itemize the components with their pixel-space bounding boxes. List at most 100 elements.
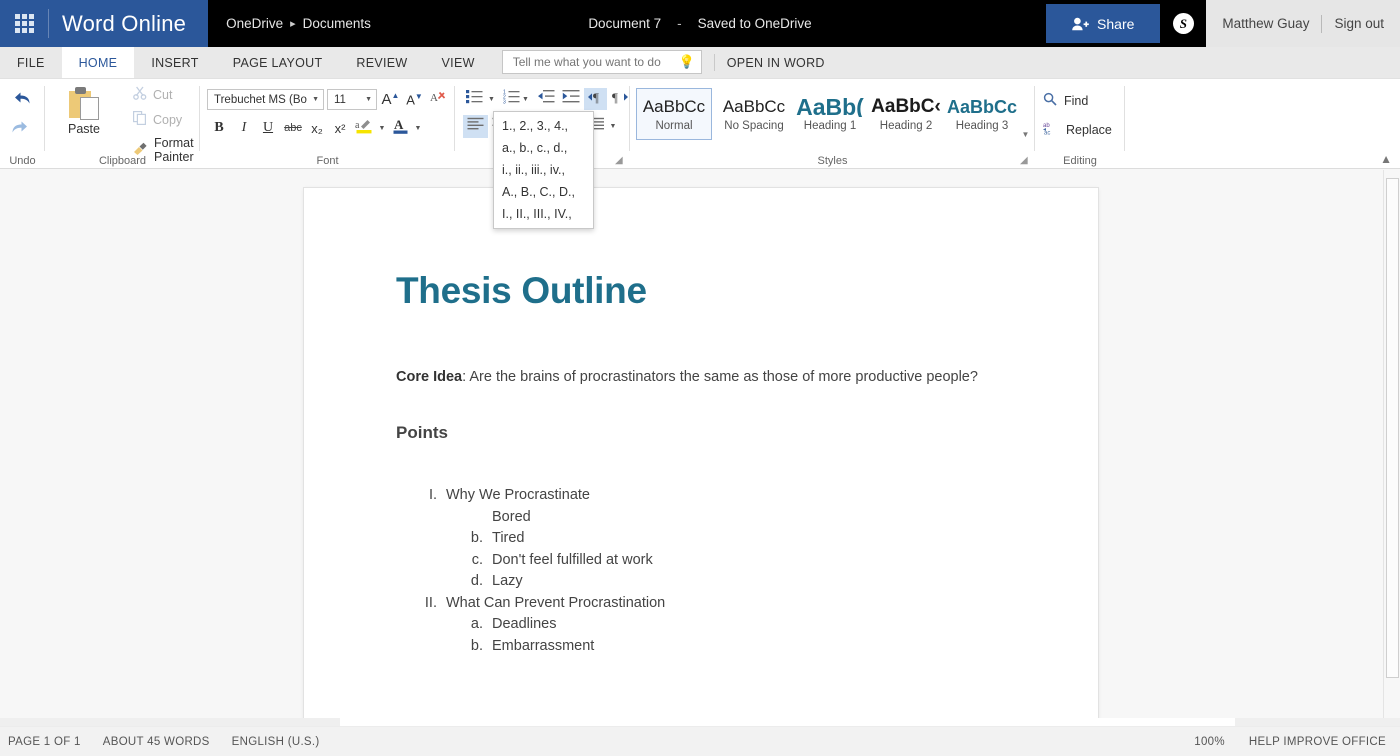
chevron-down-icon: ▼ (1021, 129, 1030, 139)
numbering-option-upper-roman[interactable]: I., II., III., IV., (494, 203, 593, 225)
list-marker (458, 507, 492, 529)
text-highlight-dropdown[interactable]: ▼ (376, 117, 388, 139)
document-canvas: Thesis Outline Core Idea: Are the brains… (0, 170, 1400, 726)
list-text: Don't feel fulfilled at work (492, 551, 653, 568)
style-heading-1[interactable]: AaBb( Heading 1 (792, 88, 868, 140)
list-text: Bored (492, 508, 531, 525)
tell-me-box[interactable]: 💡 (501, 50, 702, 74)
word-count[interactable]: ABOUT 45 WORDS (103, 736, 210, 748)
brand-home-link[interactable]: Word Online (48, 0, 209, 47)
font-name-combobox[interactable]: Trebuchet MS (Bo ▼ (207, 89, 324, 110)
shrink-font-button[interactable]: A▼ (404, 89, 425, 110)
vertical-scrollbar-thumb[interactable] (1386, 178, 1399, 678)
list-item[interactable]: Bored (458, 507, 1006, 529)
list-text: Deadlines (492, 616, 557, 633)
list-text: Lazy (492, 573, 523, 590)
breadcrumb-root[interactable]: OneDrive (226, 16, 283, 31)
bullets-dropdown[interactable]: ▼ (485, 88, 498, 110)
list-item[interactable]: II. What Can Prevent Procrastination (412, 593, 1006, 615)
numbering-option-upper-alpha[interactable]: A., B., C., D., (494, 181, 593, 203)
subscript-button[interactable]: x₂ (306, 117, 328, 139)
ribbon-group-label-clipboard: Clipboard (98, 155, 147, 167)
paste-button[interactable]: Paste (55, 87, 113, 136)
bold-button[interactable]: B (208, 117, 230, 139)
collapse-ribbon-button[interactable]: ▲ (1380, 152, 1392, 166)
tab-review[interactable]: REVIEW (339, 47, 424, 78)
tab-home[interactable]: HOME (61, 47, 135, 78)
list-item[interactable]: c. Don't feel fulfilled at work (458, 550, 1006, 572)
horizontal-scrollbar-thumb[interactable] (340, 718, 1235, 726)
left-to-right-button[interactable]: ¶ (584, 88, 607, 110)
align-left-button[interactable] (463, 115, 488, 138)
list-marker: I. (428, 487, 437, 504)
list-item[interactable]: b. Embarrassment (458, 636, 1006, 658)
find-button[interactable]: Find (1043, 92, 1088, 109)
undo-button[interactable] (10, 89, 32, 115)
clear-formatting-button[interactable]: A (427, 89, 449, 110)
page-count[interactable]: PAGE 1 OF 1 (8, 736, 81, 748)
skype-button[interactable]: S (1160, 0, 1207, 47)
list-item[interactable]: b. Tired (458, 528, 1006, 550)
open-in-word-button[interactable]: OPEN IN WORD (727, 47, 825, 78)
vertical-scrollbar[interactable] (1383, 170, 1400, 726)
styles-dialog-launcher[interactable]: ◢ (1020, 155, 1031, 166)
tab-file[interactable]: FILE (0, 47, 62, 78)
ribbon: Undo Paste Cut Copy Format Painter Clipb… (0, 79, 1400, 169)
decrease-indent-icon (537, 89, 555, 109)
replace-abc-icon: ab ac (1043, 121, 1059, 139)
decrease-indent-button[interactable] (534, 88, 557, 110)
user-name[interactable]: Matthew Guay (1222, 16, 1309, 31)
svg-text:A: A (430, 92, 438, 104)
share-button[interactable]: Share (1046, 4, 1161, 43)
ribbon-group-styles: AaBbCc Normal AaBbCc No Spacing AaBb( He… (630, 79, 1035, 169)
tell-me-input[interactable] (510, 54, 695, 70)
increase-indent-button[interactable] (559, 88, 582, 110)
chevron-up-icon: ▲ (1380, 152, 1392, 166)
svg-text:3: 3 (503, 100, 506, 105)
document-body[interactable]: Thesis Outline Core Idea: Are the brains… (304, 188, 1098, 657)
document-page[interactable]: Thesis Outline Core Idea: Are the brains… (304, 188, 1098, 726)
styles-more-button[interactable]: ▼ (1019, 127, 1032, 141)
list-item[interactable]: a. Deadlines (458, 614, 1006, 636)
line-spacing-dropdown[interactable]: ▼ (607, 115, 619, 138)
numbering-option-arabic[interactable]: 1., 2., 3., 4., (494, 115, 593, 137)
style-no-spacing[interactable]: AaBbCc No Spacing (716, 88, 792, 140)
numbering-option-lower-roman[interactable]: i., ii., iii., iv., (494, 159, 593, 181)
language-indicator[interactable]: ENGLISH (U.S.) (232, 736, 320, 748)
core-idea-paragraph: Core Idea: Are the brains of procrastina… (396, 367, 1006, 387)
replace-button[interactable]: ab ac Replace (1043, 121, 1112, 139)
grow-font-button[interactable]: A▲ (380, 89, 401, 110)
tab-insert[interactable]: INSERT (134, 47, 215, 78)
copy-button[interactable]: Copy (133, 111, 182, 128)
superscript-button[interactable]: x² (329, 117, 351, 139)
underline-button[interactable]: U (257, 117, 279, 139)
list-marker: b. (470, 637, 483, 654)
horizontal-scrollbar[interactable] (0, 718, 1400, 726)
cut-button[interactable]: Cut (133, 86, 172, 103)
style-heading-3[interactable]: AaBbCc Heading 3 (944, 88, 1020, 140)
sign-out-link[interactable]: Sign out (1334, 16, 1384, 31)
paragraph-dialog-launcher[interactable]: ◢ (615, 155, 626, 166)
font-color-dropdown[interactable]: ▼ (412, 117, 424, 139)
tab-view[interactable]: VIEW (425, 47, 492, 78)
style-normal[interactable]: AaBbCc Normal (636, 88, 712, 140)
app-launcher-button[interactable] (0, 0, 48, 47)
italic-button[interactable]: I (233, 117, 255, 139)
help-improve-office-link[interactable]: HELP IMPROVE OFFICE (1249, 736, 1386, 748)
style-heading-2[interactable]: AaBbC‹ Heading 2 (868, 88, 944, 140)
tab-page-layout[interactable]: PAGE LAYOUT (216, 47, 340, 78)
zoom-level[interactable]: 100% (1194, 736, 1225, 748)
chevron-down-icon: ▼ (414, 124, 422, 132)
list-item[interactable]: d. Lazy (458, 571, 1006, 593)
strikethrough-button[interactable]: abc (280, 117, 306, 139)
breadcrumb-folder[interactable]: Documents (303, 16, 371, 31)
bullets-button[interactable] (463, 88, 485, 110)
list-item[interactable]: I. Why We Procrastinate (412, 485, 1006, 507)
numbering-dropdown-button[interactable]: ▼ (519, 88, 532, 110)
redo-button[interactable] (10, 118, 32, 144)
font-color-button[interactable]: A (390, 117, 412, 139)
font-size-combobox[interactable]: 11 ▼ (327, 89, 377, 110)
account-divider (1321, 14, 1323, 33)
text-highlight-button[interactable]: a (351, 117, 377, 139)
numbering-option-lower-alpha[interactable]: a., b., c., d., (494, 137, 593, 159)
